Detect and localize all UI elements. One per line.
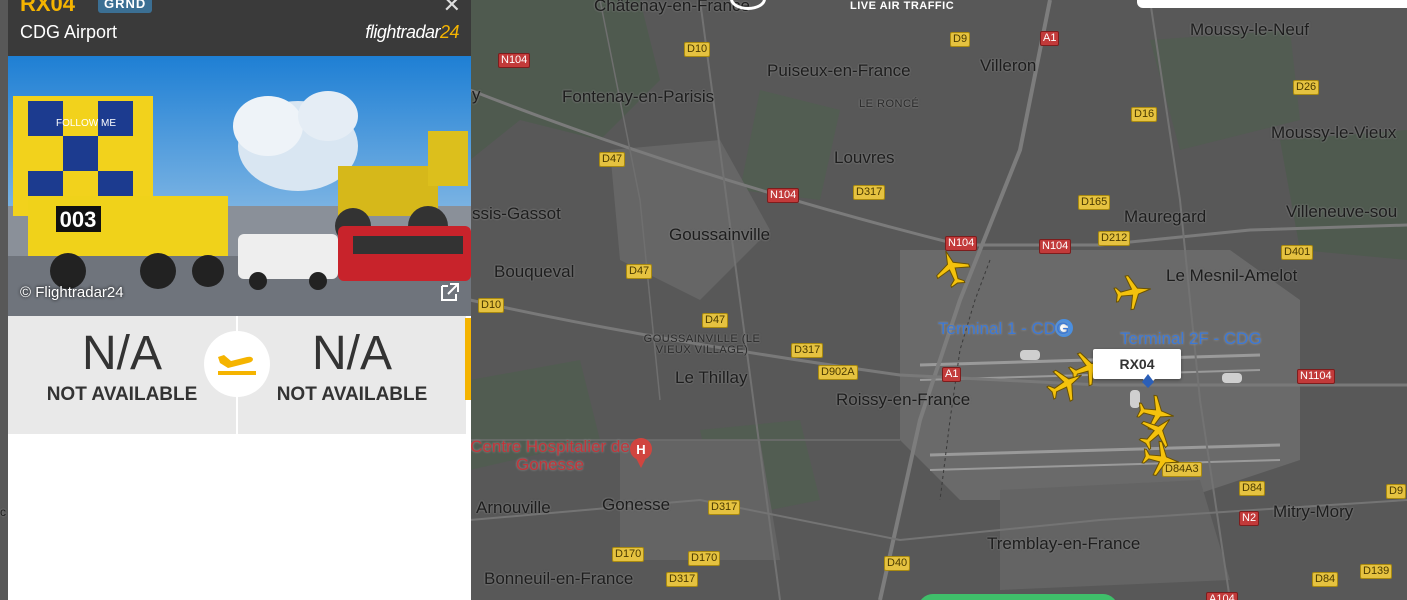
road-shield: N2 xyxy=(1239,511,1260,526)
road-shield: N104 xyxy=(498,53,531,68)
aircraft-icon[interactable] xyxy=(1110,269,1156,315)
airplane-landing-icon xyxy=(218,355,256,375)
road-shield: D317 xyxy=(853,185,886,200)
road-shield: D317 xyxy=(708,500,741,515)
road-shield: D9 xyxy=(950,32,971,47)
aircraft-info-panel: RX04 GRND CDG Airport flightradar24 ✕ FO… xyxy=(8,0,471,600)
place-label: Louvres xyxy=(834,148,895,167)
search-input[interactable] xyxy=(1137,0,1407,8)
road-shield: D16 xyxy=(1131,107,1158,122)
close-icon[interactable]: ✕ xyxy=(443,0,461,18)
place-label: Gonesse xyxy=(602,495,671,514)
place-label: Goussainville xyxy=(669,225,771,244)
road-shield: D317 xyxy=(666,572,699,587)
photo-vehicle-number: 003 xyxy=(60,207,97,232)
road-shield: D47 xyxy=(599,152,626,167)
road-shield: N104 xyxy=(1039,239,1072,254)
road-shield: D401 xyxy=(1281,245,1314,260)
logo-text: flightradar xyxy=(365,22,440,42)
external-link-icon[interactable] xyxy=(438,282,460,304)
place-label: y xyxy=(472,85,481,104)
selected-marker-icon xyxy=(1142,374,1154,388)
place-label: Mitry-Mory xyxy=(1273,502,1354,521)
aircraft-icon[interactable] xyxy=(1138,436,1184,482)
place-label: c xyxy=(0,505,6,519)
place-label: Bouqueval xyxy=(494,262,575,281)
place-label: Tremblay-en-France xyxy=(987,534,1141,553)
road-shield: D47 xyxy=(702,313,729,328)
road-shield: D10 xyxy=(478,298,505,313)
place-label: Bonneuil-en-France xyxy=(484,569,634,588)
place-label: LE RONCÉ xyxy=(859,98,920,110)
place-label: Arnouville xyxy=(476,498,551,517)
road-shield: A1 xyxy=(942,367,962,382)
status-badge: GRND xyxy=(98,0,153,13)
place-label: ssis-Gassot xyxy=(472,204,561,223)
hospital-label: Centre Hospitalier de Gonesse xyxy=(470,437,630,474)
road-shield: D84 xyxy=(1239,481,1266,496)
airport-name: CDG Airport xyxy=(20,22,118,42)
origin-code: N/A xyxy=(81,327,162,380)
road-shield: D170 xyxy=(612,547,645,562)
road-shield: N104 xyxy=(767,188,800,203)
brand-tagline: LIVE AIR TRAFFIC xyxy=(850,0,955,12)
road-shield: D170 xyxy=(688,551,721,566)
road-shield: D84 xyxy=(1312,572,1339,587)
terminal-2f-label[interactable]: Terminal 2F - CDG xyxy=(1120,329,1262,349)
destination-code: N/A xyxy=(311,327,392,380)
road-shield: D10 xyxy=(684,42,711,57)
road-shield: D139 xyxy=(1360,564,1393,579)
road-shield: D902A xyxy=(818,365,858,380)
place-label: Châtenay-en-France xyxy=(594,0,750,15)
road-shield: D47 xyxy=(626,264,653,279)
route-info-row: N/A NOT AVAILABLE N/A NOT AVAILABLE xyxy=(8,316,471,436)
road-shield: D212 xyxy=(1098,231,1131,246)
destination-label: NOT AVAILABLE xyxy=(276,384,428,405)
origin-cell[interactable]: N/A NOT AVAILABLE xyxy=(8,316,236,434)
road-shield: N1104 xyxy=(1297,369,1335,384)
selected-aircraft-callout[interactable]: RX04 xyxy=(1093,349,1181,385)
svg-text:H: H xyxy=(636,442,645,457)
destination-cell[interactable]: N/A NOT AVAILABLE xyxy=(238,316,466,434)
place-label: Roissy-en-France xyxy=(836,390,971,409)
place-label: Moussy-le-Vieux xyxy=(1271,123,1397,142)
origin-label: NOT AVAILABLE xyxy=(46,384,198,405)
aircraft-callsign: RX04 xyxy=(20,0,76,16)
road-shield: D40 xyxy=(884,556,911,571)
aircraft-photo[interactable]: FOLLOW ME 003 xyxy=(8,56,471,316)
place-label: Puiseux-en-France xyxy=(767,61,911,80)
place-label: Fontenay-en-Parisis xyxy=(562,87,715,106)
panel-header: RX04 GRND CDG Airport flightradar24 ✕ xyxy=(8,0,471,56)
panel-body xyxy=(8,436,471,600)
road-shield: A1 xyxy=(1040,31,1060,46)
road-shield: D165 xyxy=(1078,195,1111,210)
logo-number: 24 xyxy=(439,22,460,42)
map-action-button[interactable] xyxy=(918,594,1118,600)
place-label: Villeron xyxy=(980,56,1037,75)
road-shield: D317 xyxy=(791,343,824,358)
place-label: Mauregard xyxy=(1124,207,1207,226)
road-shield: D26 xyxy=(1293,80,1320,95)
place-label: Moussy-le-Neuf xyxy=(1190,20,1310,39)
flightradar-logo: flightradar24 xyxy=(365,22,459,43)
flight-direction-badge xyxy=(204,331,270,397)
scroll-indicator[interactable] xyxy=(465,318,471,400)
place-label: Le Mesnil-Amelot xyxy=(1166,266,1298,285)
road-shield: A104 xyxy=(1206,592,1238,600)
terminal-1-label[interactable]: Terminal 1 - CDG xyxy=(938,319,1069,339)
road-shield: D9 xyxy=(1386,484,1407,499)
photo-vehicle-text: FOLLOW ME xyxy=(56,118,116,129)
place-label: Villeneuve-sou xyxy=(1286,202,1398,221)
place-label: GOUSSAINVILLE (LE VIEUX VILLAGE) xyxy=(643,333,761,356)
photo-credit: © Flightradar24 xyxy=(20,284,124,301)
place-label: Le Thillay xyxy=(675,368,748,387)
